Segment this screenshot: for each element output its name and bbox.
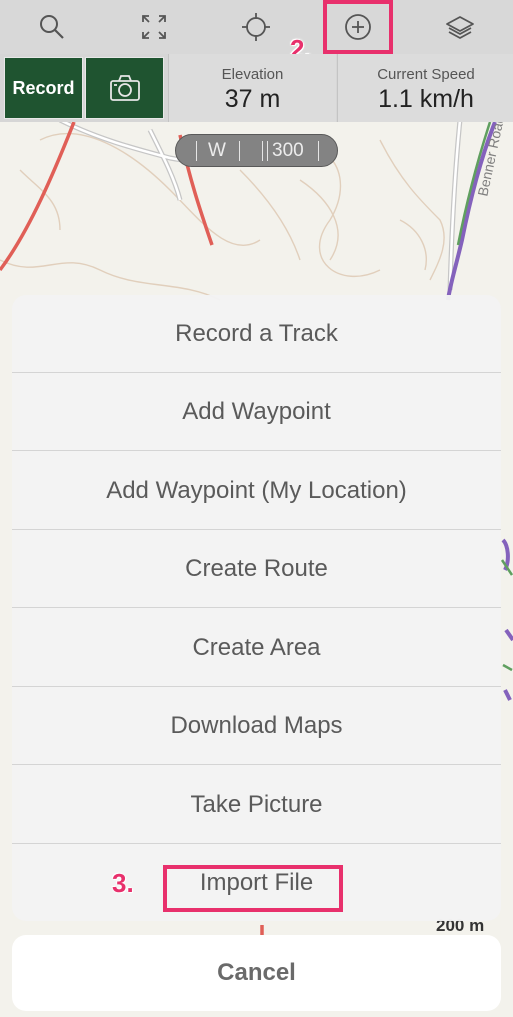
import-file-highlight <box>163 865 343 912</box>
status-row: Record Elevation 37 m Current Speed 1.1 … <box>0 54 513 122</box>
crosshair-icon <box>242 13 270 41</box>
camera-button[interactable] <box>85 57 164 119</box>
take-picture-option[interactable]: Take Picture <box>12 766 501 844</box>
search-icon <box>40 15 64 39</box>
speed-value: 1.1 km/h <box>378 85 474 113</box>
locate-button[interactable] <box>221 0 291 54</box>
fullscreen-button[interactable] <box>119 0 189 54</box>
elevation-value: 37 m <box>224 85 281 113</box>
record-button[interactable]: Record <box>4 57 83 119</box>
elevation-stat: Elevation 37 m <box>168 54 336 122</box>
download-maps-option[interactable]: Download Maps <box>12 687 501 765</box>
speed-stat: Current Speed 1.1 km/h <box>337 54 513 122</box>
create-area-option[interactable]: Create Area <box>12 609 501 687</box>
step-3-annotation: 3. <box>112 868 134 898</box>
elevation-label: Elevation <box>221 66 284 83</box>
speed-label: Current Speed <box>377 66 475 83</box>
camera-icon <box>109 75 140 101</box>
add-button[interactable] <box>323 0 393 54</box>
layers-button[interactable] <box>425 0 495 54</box>
add-waypoint-option[interactable]: Add Waypoint <box>12 373 501 451</box>
record-track-option[interactable]: Record a Track <box>12 295 501 373</box>
add-circle-icon <box>345 14 371 40</box>
fullscreen-icon <box>142 15 166 39</box>
create-route-option[interactable]: Create Route <box>12 530 501 608</box>
layers-icon <box>446 16 474 39</box>
add-waypoint-my-location-option[interactable]: Add Waypoint (My Location) <box>12 452 501 530</box>
action-sheet: Record a Track Add Waypoint Add Waypoint… <box>12 295 501 921</box>
top-toolbar <box>0 0 513 55</box>
search-button[interactable] <box>17 0 87 54</box>
cancel-button[interactable]: Cancel <box>12 935 501 1011</box>
